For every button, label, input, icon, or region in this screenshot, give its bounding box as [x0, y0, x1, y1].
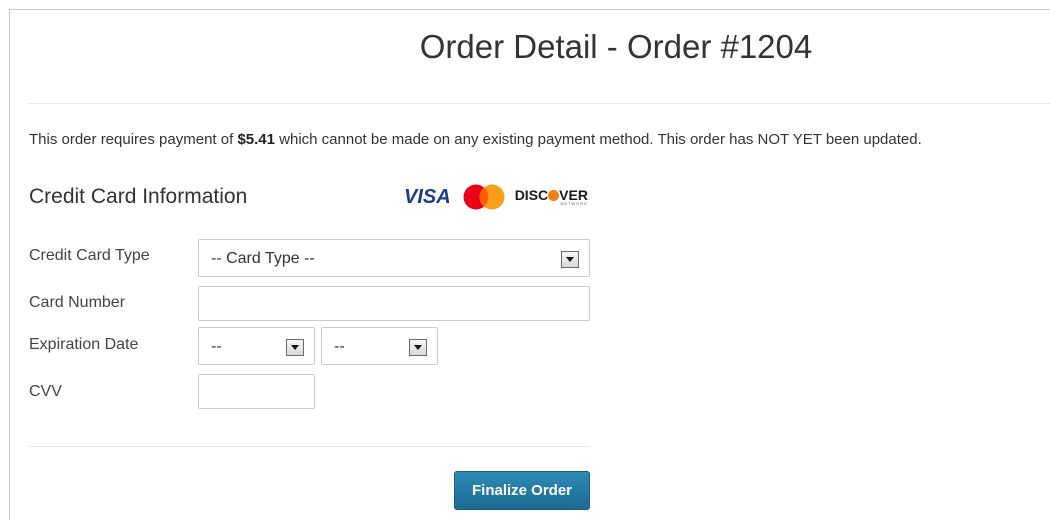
accepted-cards: VISA DISC VER NETWORK	[404, 183, 588, 211]
expiration-date-label: Expiration Date	[29, 336, 139, 353]
cvv-label: CVV	[29, 383, 62, 400]
discover-logo: DISC VER NETWORK	[515, 188, 588, 206]
divider	[29, 446, 590, 447]
divider	[29, 103, 1050, 104]
card-type-label: Credit Card Type	[29, 247, 150, 264]
expiration-month-selected: --	[211, 338, 222, 355]
credit-card-section-title: Credit Card Information	[29, 185, 248, 208]
payment-amount: $5.41	[237, 131, 275, 148]
dropdown-arrow-icon[interactable]	[561, 251, 579, 268]
page-title: Order Detail - Order #1204	[419, 28, 813, 65]
visa-logo: VISA	[404, 185, 451, 208]
card-type-select[interactable]: -- Card Type --	[198, 239, 590, 277]
notice-prefix: This order requires payment of	[29, 131, 238, 148]
expiration-year-selected: --	[334, 338, 345, 355]
card-number-label: Card Number	[29, 294, 126, 311]
payment-notice: This order requires payment of $5.41 whi…	[29, 131, 922, 148]
finalize-order-button[interactable]: Finalize Order	[454, 471, 590, 510]
expiration-month-select[interactable]: --	[198, 327, 315, 365]
notice-suffix: which cannot be made on any existing pay…	[274, 131, 922, 148]
discover-o-icon	[548, 190, 560, 201]
cvv-input[interactable]	[198, 374, 315, 409]
dropdown-arrow-icon[interactable]	[409, 339, 427, 356]
card-type-selected: -- Card Type --	[211, 250, 315, 267]
expiration-year-select[interactable]: --	[321, 327, 438, 365]
mastercard-logo	[463, 184, 505, 210]
card-number-input[interactable]	[198, 286, 590, 321]
dropdown-arrow-icon[interactable]	[286, 339, 304, 356]
